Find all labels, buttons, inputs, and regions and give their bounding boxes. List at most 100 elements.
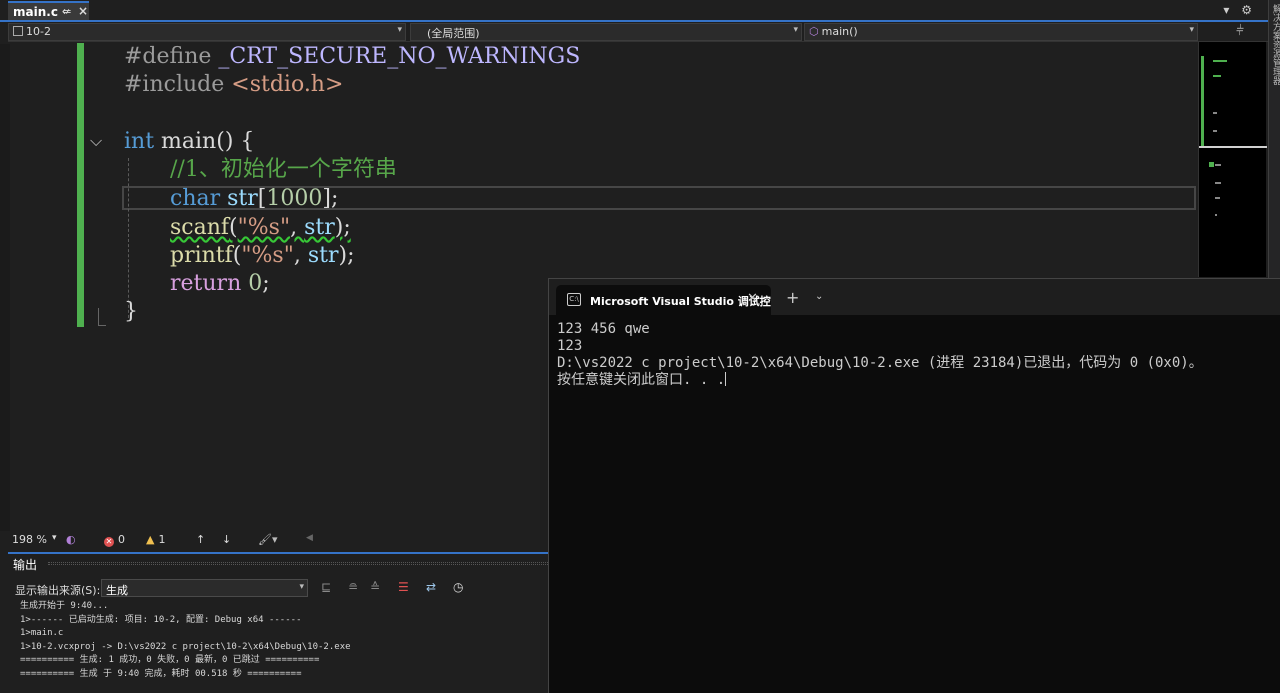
panel-drag-handle[interactable]: [48, 562, 548, 565]
keyword-token: char: [170, 186, 221, 211]
project-label: 10-2: [26, 25, 51, 38]
code-line-8: printf("%s", str);: [170, 242, 354, 270]
code-line-5: //1、初始化一个字符串: [170, 156, 397, 184]
code-line-4: int main() {: [124, 128, 254, 156]
editor-margin: [0, 44, 10, 531]
tab-list-dropdown-icon[interactable]: ▾: [1223, 3, 1229, 17]
log-line: 生成开始于 9:40...: [20, 601, 109, 611]
punctuation-token: ,: [293, 243, 308, 268]
zoom-dropdown-icon[interactable]: ▾: [52, 533, 57, 543]
log-line: 1>10-2.vcxproj -> D:\vs2022 c project\10…: [20, 641, 351, 652]
chevron-down-icon[interactable]: ⌄: [815, 291, 823, 302]
log-line: ========== 生成 于 9:40 完成，耗时 00.518 秒 ====…: [20, 668, 302, 679]
log-line: 1>------ 已启动生成: 项目: 10-2, 配置: Debug x64 …: [20, 614, 302, 625]
fold-end-marker: [98, 308, 106, 326]
warning-icon: ▲: [146, 533, 155, 546]
word-wrap-icon[interactable]: ⇄: [426, 580, 436, 594]
scope-label: (全局范围): [427, 27, 480, 40]
previous-issue-button[interactable]: ↑: [196, 533, 205, 546]
function-name-token: main: [154, 129, 217, 154]
text-cursor: [725, 372, 727, 386]
close-tab-icon[interactable]: ×: [78, 4, 88, 18]
clock-icon[interactable]: ◷: [453, 580, 463, 594]
document-tab-strip: main.c ⇍ × ▾ ⚙: [0, 0, 1268, 22]
terminal-output[interactable]: 123 456 qwe 123 D:\vs2022 c project\10-2\x…: [557, 321, 1203, 389]
change-tracking-bar: [77, 43, 84, 327]
scroll-left-icon[interactable]: ◀: [306, 533, 313, 543]
terminal-line: 按任意键关闭此窗口. . .: [557, 372, 1203, 389]
error-count[interactable]: ✕ 0: [104, 533, 125, 547]
minimap-scrollbar[interactable]: [1198, 42, 1267, 277]
editor-status-bar: 198 % ▾ ◐ ✕ 0 ▲ 1 ↑ ↓ 🖌▾ ◀: [8, 531, 548, 549]
number-token: 0: [248, 271, 263, 296]
minimap-change-bar: [1201, 56, 1204, 146]
split-editor-button[interactable]: ⫩: [1220, 23, 1260, 41]
find-message-icon[interactable]: ⊑: [321, 580, 331, 594]
code-line-1: #define _CRT_SECURE_NO_WARNINGS: [124, 43, 580, 71]
debug-console-window[interactable]: C:\ Microsoft Visual Studio 调试控 ✕ + ⌄ 12…: [548, 278, 1280, 693]
close-icon[interactable]: ✕: [747, 291, 758, 306]
copilot-icon[interactable]: ◐: [66, 533, 76, 546]
output-panel: 输出 显示输出来源(S): 生成 ▾ ⊑ ≘ ≙ ☰ ⇄ ◷ 生成开始于 9:4…: [8, 552, 548, 693]
output-source-label: 显示输出来源(S):: [15, 584, 101, 597]
collapse-chevron-icon[interactable]: ⌵: [90, 131, 102, 151]
terminal-prompt-text: 按任意键关闭此窗口. . .: [557, 372, 726, 388]
next-issue-button[interactable]: ↓: [222, 533, 231, 546]
error-count-label: 0: [118, 533, 125, 546]
zoom-level[interactable]: 198 %: [12, 533, 47, 546]
string-token: "%s": [237, 215, 291, 240]
code-line-7: scanf("%s", str);: [170, 214, 351, 242]
punctuation-token: ;: [262, 271, 270, 296]
scope-dropdown[interactable]: (全局范围) ▾: [410, 23, 802, 41]
log-line: 1>main.c: [20, 628, 64, 638]
navigation-bar: 10-2 ▾ (全局范围) ▾ ⬡ main() ▾ ⫩: [8, 22, 1268, 42]
clear-all-icon[interactable]: ☰: [398, 580, 409, 594]
tab-filename: main.c: [13, 4, 58, 19]
preprocessor-token: #include: [124, 72, 225, 97]
output-title: 输出: [13, 558, 38, 572]
punctuation-token: }: [124, 299, 138, 324]
function-call-token: printf: [170, 243, 233, 268]
output-log[interactable]: 生成开始于 9:40... 1>------ 已启动生成: 项目: 10-2, 配…: [20, 600, 351, 681]
terminal-tab[interactable]: C:\ Microsoft Visual Studio 调试控 ✕: [556, 285, 771, 315]
identifier-token: str: [220, 186, 258, 211]
code-line-9: return 0;: [170, 270, 270, 298]
indent-guide: [128, 158, 129, 318]
solution-explorer-label[interactable]: 解决方案资源管理器: [1270, 4, 1280, 85]
gear-icon[interactable]: ⚙: [1241, 3, 1252, 17]
terminal-line: D:\vs2022 c project\10-2\x64\Debug\10-2.…: [557, 355, 1203, 371]
project-icon: [13, 26, 23, 36]
punctuation-token: ,: [290, 215, 305, 240]
output-source-dropdown[interactable]: 生成 ▾: [101, 579, 308, 597]
error-icon: ✕: [104, 537, 114, 547]
next-message-icon[interactable]: ≙: [370, 580, 380, 594]
identifier-token: str: [307, 243, 339, 268]
punctuation-token: (: [229, 215, 238, 240]
member-dropdown[interactable]: ⬡ main() ▾: [804, 23, 1198, 41]
output-source-value: 生成: [106, 584, 128, 597]
code-line-6: char str[1000];: [170, 185, 338, 213]
code-line-2: #include <stdio.h>: [124, 71, 343, 99]
project-dropdown[interactable]: 10-2 ▾: [8, 23, 406, 41]
log-line: ========== 生成: 1 成功，0 失败，0 最新，0 已跳过 ====…: [20, 655, 320, 665]
solution-explorer-strip[interactable]: 解决方案资源管理器: [1268, 0, 1280, 280]
number-token: 1000: [266, 186, 323, 211]
warning-count[interactable]: ▲ 1: [146, 533, 165, 546]
punctuation-token: );: [338, 243, 355, 268]
pin-icon[interactable]: ⇍: [62, 5, 71, 18]
tab-main-c[interactable]: main.c ⇍ ×: [8, 1, 89, 20]
new-tab-button[interactable]: +: [786, 288, 799, 307]
macro-token: _CRT_SECURE_NO_WARNINGS: [211, 44, 581, 69]
previous-message-icon[interactable]: ≘: [348, 580, 358, 594]
chevron-down-icon: ▾: [299, 582, 304, 592]
keyword-token: return: [170, 271, 242, 296]
terminal-line: 123 456 qwe: [557, 321, 650, 337]
identifier-token: str: [304, 215, 335, 240]
brush-icon[interactable]: 🖌▾: [258, 533, 278, 546]
include-path-token: <stdio.h>: [224, 72, 344, 97]
warning-count-label: 1: [158, 533, 166, 546]
console-icon: C:\: [567, 293, 581, 306]
function-call-token: scanf: [170, 215, 230, 240]
comment-token: //1、初始化一个字符串: [170, 157, 397, 182]
chevron-down-icon: ▾: [397, 25, 402, 35]
